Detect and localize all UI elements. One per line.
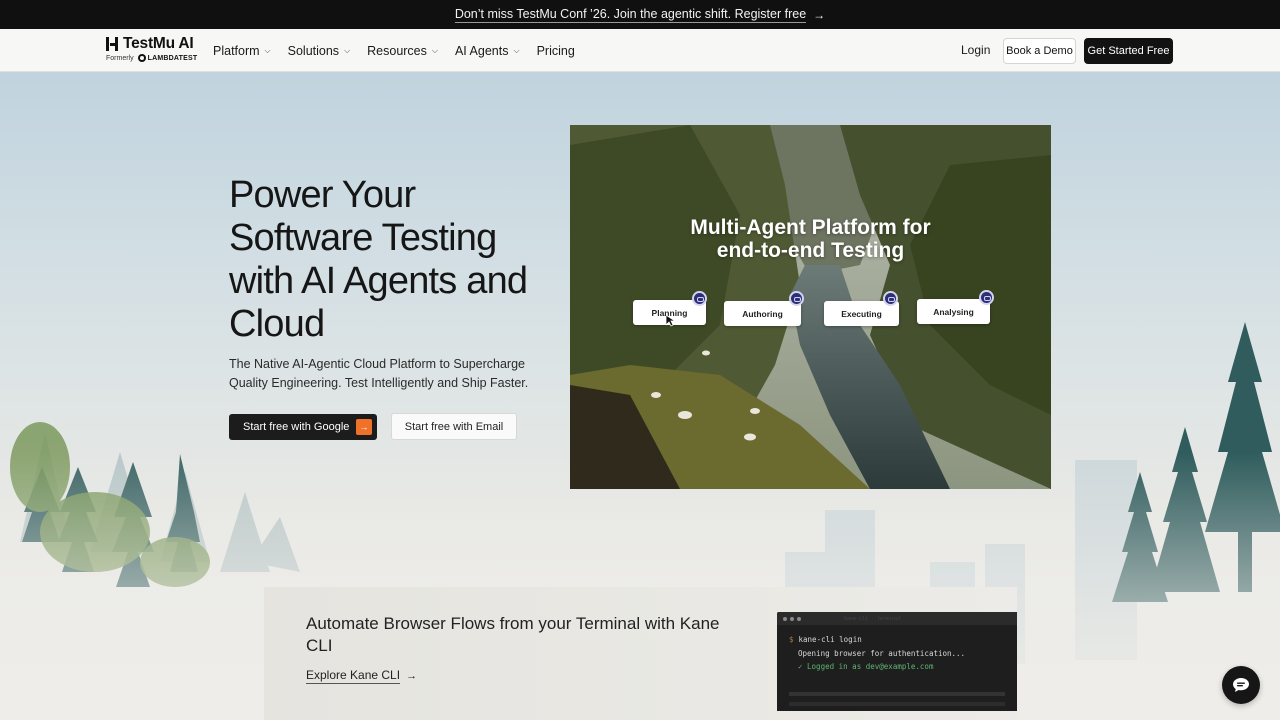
- brand-name: TestMu AI: [123, 35, 194, 52]
- brand-logo[interactable]: TestMu AI Formerly LAMBDATEST: [106, 35, 197, 62]
- google-button-label: Start free with Google: [243, 421, 350, 433]
- login-link[interactable]: Login: [961, 43, 990, 57]
- kane-link-label: Explore Kane CLI: [306, 668, 401, 684]
- site-header: TestMu AI Formerly LAMBDATEST Platform ⌵…: [0, 29, 1280, 72]
- hero-title: Power Your Software Testing with AI Agen…: [229, 174, 559, 346]
- stage-authoring[interactable]: Authoring: [724, 301, 801, 326]
- nav-item-solutions[interactable]: Solutions ⌵: [288, 44, 351, 58]
- agent-avatar-icon: [979, 290, 994, 305]
- hero-subtitle: The Native AI-Agentic Cloud Platform to …: [229, 357, 529, 390]
- hero-media-panel: Multi-Agent Platform for end-to-end Test…: [570, 125, 1051, 489]
- window-dot-icon: [790, 616, 794, 621]
- nav-label: Platform: [213, 43, 260, 58]
- media-title-line: Multi-Agent Platform for: [690, 216, 931, 239]
- chat-bubble-icon: [1233, 678, 1249, 692]
- chevron-down-icon: ⌵: [431, 45, 438, 55]
- terminal-title-bar: kane-cli · terminal: [777, 612, 1017, 625]
- nav-label: Pricing: [536, 43, 575, 58]
- hero-title-line: with AI Agents and: [229, 260, 528, 302]
- terminal-body: $ kane-cli login Opening browser for auth…: [777, 625, 1017, 674]
- chevron-down-icon: ⌵: [344, 45, 351, 55]
- media-title: Multi-Agent Platform for end-to-end Test…: [570, 216, 1051, 262]
- terminal-line: Opening browser for authentication...: [798, 648, 966, 658]
- terminal-placeholder-line: [789, 702, 1005, 706]
- agent-avatar-icon: [692, 291, 707, 306]
- terminal-line: $ kane-cli login: [789, 633, 1017, 647]
- terminal-tab-hint: kane-cli · terminal: [844, 615, 902, 622]
- arrow-right-icon: →: [356, 419, 372, 435]
- agent-avatar-icon: [789, 291, 804, 306]
- lambdatest-logo-icon: [137, 54, 146, 62]
- start-free-email-button[interactable]: Start free with Email: [391, 413, 517, 440]
- get-started-button[interactable]: Get Started Free: [1084, 38, 1173, 64]
- arrow-right-icon[interactable]: →: [813, 8, 825, 22]
- window-dot-icon: [797, 616, 801, 621]
- stage-analysing[interactable]: Analysing: [917, 299, 990, 324]
- book-demo-button[interactable]: Book a Demo: [1003, 38, 1076, 64]
- announcement-link[interactable]: Don’t miss TestMu Conf ’26. Join the age…: [454, 7, 807, 23]
- hero-title-line: Cloud: [229, 303, 325, 345]
- terminal-prompt: $: [789, 635, 794, 644]
- chat-support-button[interactable]: [1222, 666, 1260, 704]
- nav-label: Resources: [367, 43, 427, 58]
- nav-item-pricing[interactable]: Pricing: [537, 44, 575, 58]
- terminal-placeholder-line: [789, 692, 1005, 696]
- formerly-label: Formerly: [106, 54, 134, 62]
- main-nav: Platform ⌵ Solutions ⌵ Resources ⌵ AI Ag…: [213, 29, 592, 72]
- arrow-right-icon: →: [406, 670, 418, 682]
- terminal-command: kane-cli login: [798, 635, 862, 644]
- window-dot-icon: [783, 616, 787, 621]
- nav-label: AI Agents: [454, 43, 509, 58]
- chevron-down-icon: ⌵: [264, 45, 271, 55]
- hero-title-line: Software Testing: [229, 217, 497, 259]
- kane-cli-card: Automate Browser Flows from your Termina…: [264, 587, 1017, 720]
- mouse-cursor-icon: [666, 315, 676, 327]
- nav-item-resources[interactable]: Resources ⌵: [367, 44, 438, 58]
- testmu-logo-icon: [106, 37, 119, 51]
- nav-item-ai-agents[interactable]: AI Agents ⌵: [455, 44, 520, 58]
- agent-avatar-icon: [883, 291, 898, 306]
- hero-title-line: Power Your: [229, 174, 416, 216]
- former-brand-name: LAMBDATEST: [147, 54, 198, 62]
- nav-label: Solutions: [287, 43, 340, 58]
- nav-item-platform[interactable]: Platform ⌵: [213, 44, 271, 58]
- explore-kane-cli-link[interactable]: Explore Kane CLI →: [306, 668, 417, 684]
- kane-cli-title: Automate Browser Flows from your Termina…: [306, 614, 720, 655]
- terminal-window: kane-cli · terminal $ kane-cli login Open…: [777, 612, 1017, 711]
- chevron-down-icon: ⌵: [513, 45, 520, 55]
- media-title-line: end-to-end Testing: [716, 239, 905, 262]
- terminal-line: ✓ Logged in as dev@example.com: [798, 662, 934, 671]
- announcement-bar: Don’t miss TestMu Conf ’26. Join the age…: [0, 0, 1280, 29]
- start-free-google-button[interactable]: Start free with Google →: [229, 414, 377, 440]
